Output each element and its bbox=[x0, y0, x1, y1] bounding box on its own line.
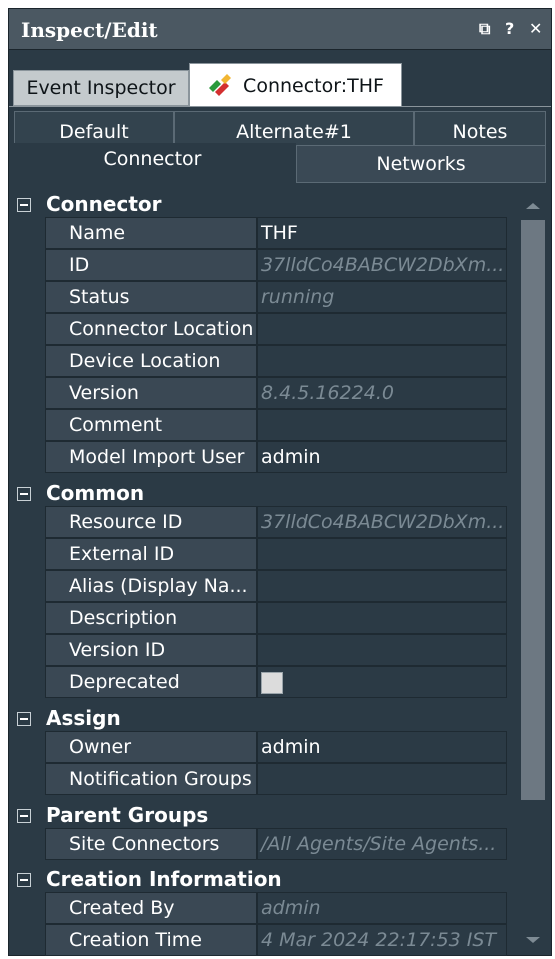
property-row[interactable]: ID 37lldCo4BABCW2DbXm... bbox=[45, 249, 507, 281]
property-value[interactable] bbox=[257, 538, 507, 570]
property-label: ID bbox=[45, 249, 257, 281]
subtab-alternate-label: Alternate#1 bbox=[236, 121, 352, 143]
property-value[interactable] bbox=[257, 313, 507, 345]
property-value: 37lldCo4BABCW2DbXm... bbox=[257, 506, 507, 538]
connector-logo-icon bbox=[209, 74, 232, 96]
property-row[interactable]: Version ID bbox=[45, 634, 507, 666]
property-label: Model Import User bbox=[45, 441, 257, 473]
subtab-networks[interactable]: Networks bbox=[296, 145, 546, 183]
property-row[interactable]: Site Connectors /All Agents/Site Agents.… bbox=[45, 828, 507, 860]
property-row[interactable]: Creation Time 4 Mar 2024 22:17:53 IST bbox=[45, 924, 507, 956]
property-row[interactable]: Description bbox=[45, 602, 507, 634]
subtab-connector-label: Connector bbox=[103, 148, 202, 170]
property-value[interactable] bbox=[257, 570, 507, 602]
collapse-icon[interactable] bbox=[17, 712, 31, 726]
subtab-connector[interactable]: Connector bbox=[9, 143, 296, 195]
property-label: Status bbox=[45, 281, 257, 313]
property-row[interactable]: Status running bbox=[45, 281, 507, 313]
property-row[interactable]: Alias (Display Na... bbox=[45, 570, 507, 602]
inspect-edit-panel: Inspect/Edit ⧉ ? ✕ Event Inspector Conne… bbox=[8, 8, 552, 956]
property-value: 8.4.5.16224.0 bbox=[257, 377, 507, 409]
section-title: Connector bbox=[46, 192, 162, 216]
property-row[interactable]: Deprecated bbox=[45, 666, 507, 698]
scroll-up-icon[interactable] bbox=[526, 203, 540, 209]
collapse-icon[interactable] bbox=[17, 198, 31, 212]
tab-event-inspector-label: Event Inspector bbox=[26, 77, 176, 99]
property-label: Version bbox=[45, 377, 257, 409]
help-icon[interactable]: ? bbox=[505, 19, 514, 38]
collapse-icon[interactable] bbox=[17, 873, 31, 887]
property-label: Notification Groups bbox=[45, 763, 257, 795]
property-value: /All Agents/Site Agents... bbox=[257, 828, 507, 860]
property-row[interactable]: Connector Location bbox=[45, 313, 507, 345]
vertical-scrollbar[interactable] bbox=[519, 197, 547, 955]
property-row[interactable]: Notification Groups bbox=[45, 763, 507, 795]
property-value[interactable] bbox=[257, 602, 507, 634]
property-value[interactable]: admin bbox=[257, 731, 507, 763]
property-row[interactable]: Comment bbox=[45, 409, 507, 441]
property-row[interactable]: Name THF bbox=[45, 217, 507, 249]
close-icon[interactable]: ✕ bbox=[529, 19, 542, 38]
scroll-down-icon[interactable] bbox=[526, 937, 540, 943]
tab-connector-label: Connector:THF bbox=[243, 75, 384, 97]
property-value[interactable] bbox=[257, 634, 507, 666]
property-value: 37lldCo4BABCW2DbXm... bbox=[257, 249, 507, 281]
property-value: 4 Mar 2024 22:17:53 IST bbox=[257, 924, 507, 956]
property-label: Device Location bbox=[45, 345, 257, 377]
property-value[interactable]: admin bbox=[257, 441, 507, 473]
property-row[interactable]: Model Import User admin bbox=[45, 441, 507, 473]
property-value: running bbox=[257, 281, 507, 313]
scroll-thumb[interactable] bbox=[521, 220, 545, 800]
subtab-notes-label: Notes bbox=[452, 121, 508, 143]
section-title: Parent Groups bbox=[46, 803, 209, 827]
property-label: Version ID bbox=[45, 634, 257, 666]
property-value[interactable] bbox=[257, 345, 507, 377]
property-label: Connector Location bbox=[45, 313, 257, 345]
deprecated-checkbox[interactable] bbox=[261, 672, 283, 694]
property-label: Alias (Display Na... bbox=[45, 570, 257, 602]
collapse-icon[interactable] bbox=[17, 809, 31, 823]
property-row[interactable]: Version 8.4.5.16224.0 bbox=[45, 377, 507, 409]
tab-connector-thf[interactable]: Connector:THF bbox=[189, 63, 402, 108]
property-label: Description bbox=[45, 602, 257, 634]
section-title: Assign bbox=[46, 706, 121, 730]
property-label: Site Connectors bbox=[45, 828, 257, 860]
property-label: Resource ID bbox=[45, 506, 257, 538]
subtab-networks-label: Networks bbox=[376, 153, 466, 175]
property-label: Name bbox=[45, 217, 257, 249]
property-row[interactable]: Created By admin bbox=[45, 892, 507, 924]
subtab-default-label: Default bbox=[59, 121, 129, 143]
property-row[interactable]: Owner admin bbox=[45, 731, 507, 763]
section-title: Common bbox=[46, 481, 145, 505]
property-label: Creation Time bbox=[45, 924, 257, 956]
property-row[interactable]: External ID bbox=[45, 538, 507, 570]
property-value[interactable] bbox=[257, 763, 507, 795]
property-value[interactable]: THF bbox=[257, 217, 507, 249]
section-title: Creation Information bbox=[46, 867, 282, 891]
property-value: admin bbox=[257, 892, 507, 924]
subtab-area: Default Alternate#1 Notes Connector Netw… bbox=[9, 106, 551, 195]
property-label: Owner bbox=[45, 731, 257, 763]
property-value[interactable] bbox=[257, 409, 507, 441]
panel-titlebar: Inspect/Edit ⧉ ? ✕ bbox=[9, 9, 551, 50]
tab-event-inspector[interactable]: Event Inspector bbox=[13, 70, 189, 106]
property-label: Deprecated bbox=[45, 666, 257, 698]
property-value bbox=[257, 666, 507, 698]
property-label: External ID bbox=[45, 538, 257, 570]
property-label: Comment bbox=[45, 409, 257, 441]
collapse-icon[interactable] bbox=[17, 487, 31, 501]
undock-icon[interactable]: ⧉ bbox=[479, 19, 490, 39]
property-row[interactable]: Resource ID 37lldCo4BABCW2DbXm... bbox=[45, 506, 507, 538]
panel-title: Inspect/Edit bbox=[21, 18, 158, 42]
property-label: Created By bbox=[45, 892, 257, 924]
property-row[interactable]: Device Location bbox=[45, 345, 507, 377]
